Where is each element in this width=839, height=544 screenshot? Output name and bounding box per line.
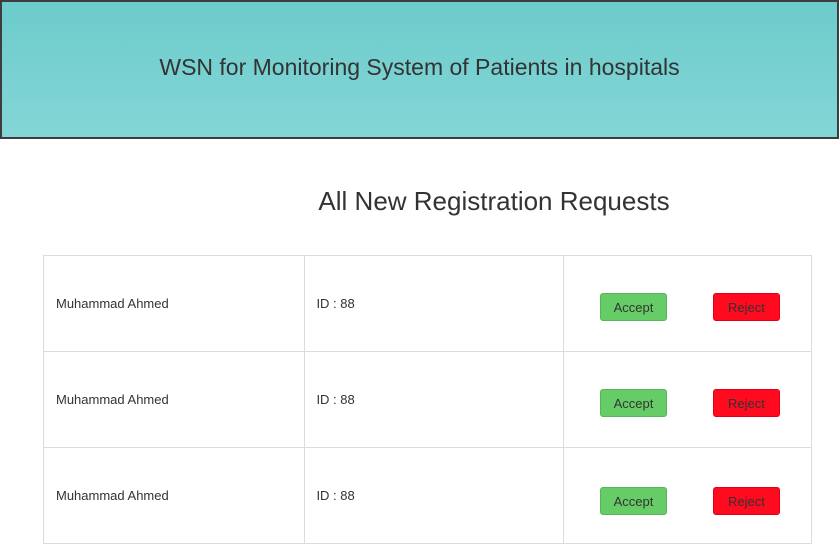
patient-id: ID : 88	[316, 296, 355, 311]
patient-id-cell: ID : 88	[304, 351, 564, 448]
accept-button[interactable]: Accept	[599, 487, 667, 515]
requests-table: Muhammad Ahmed ID : 88 Accept Reject Muh…	[42, 255, 813, 544]
actions-cell: Accept Reject	[562, 351, 813, 448]
patient-name-cell: Muhammad Ahmed	[42, 255, 306, 352]
patient-name: Muhammad Ahmed	[56, 488, 169, 503]
accept-button[interactable]: Accept	[599, 389, 667, 417]
patient-name: Muhammad Ahmed	[56, 296, 169, 311]
page-title: All New Registration Requests	[318, 186, 670, 216]
accept-button[interactable]: Accept	[599, 293, 667, 321]
reject-button[interactable]: Reject	[712, 389, 780, 417]
patient-id: ID : 88	[316, 488, 355, 503]
table-row: Muhammad Ahmed ID : 88 Accept Reject	[42, 447, 813, 544]
site-title: WSN for Monitoring System of Patients in…	[159, 54, 680, 80]
actions-cell: Accept Reject	[562, 255, 813, 352]
reject-button[interactable]: Reject	[712, 293, 780, 321]
table-row: Muhammad Ahmed ID : 88 Accept Reject	[42, 351, 813, 448]
patient-name-cell: Muhammad Ahmed	[42, 447, 306, 544]
site-header: WSN for Monitoring System of Patients in…	[0, 0, 839, 139]
patient-name-cell: Muhammad Ahmed	[42, 351, 306, 448]
patient-name: Muhammad Ahmed	[56, 392, 169, 407]
reject-button[interactable]: Reject	[712, 487, 780, 515]
table-row: Muhammad Ahmed ID : 88 Accept Reject	[42, 255, 813, 352]
actions-cell: Accept Reject	[562, 447, 813, 544]
patient-id-cell: ID : 88	[304, 447, 564, 544]
patient-id: ID : 88	[316, 392, 355, 407]
patient-id-cell: ID : 88	[304, 255, 564, 352]
